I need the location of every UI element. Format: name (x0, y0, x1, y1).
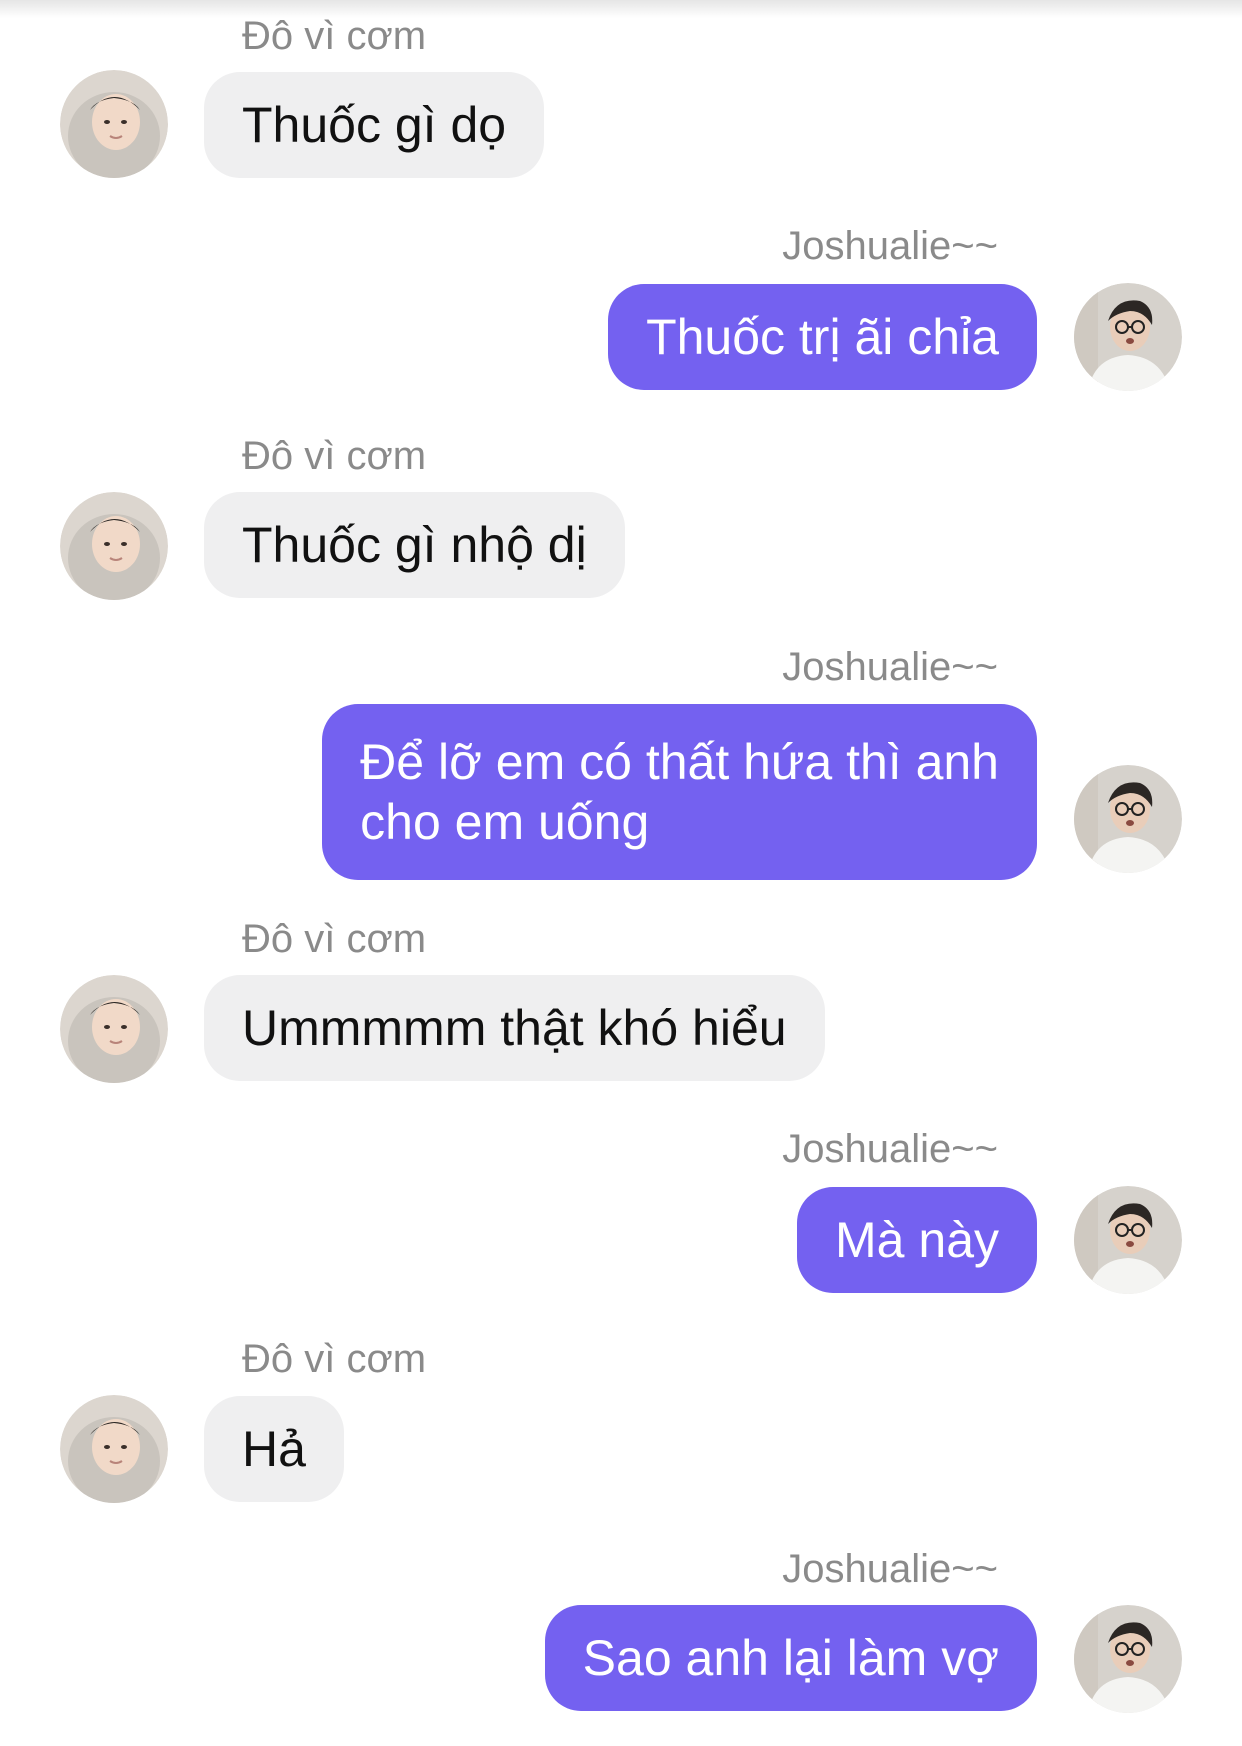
avatar-hooded-person-icon (60, 1395, 168, 1503)
sender-name: Đô vì cơm (242, 14, 427, 58)
sender-name: Joshualie~~ (782, 1127, 998, 1171)
avatar-hooded-person-icon (60, 492, 168, 600)
message-bubble-outgoing[interactable]: Mà này (797, 1187, 1037, 1293)
avatar-joshualie[interactable] (1074, 283, 1182, 391)
avatar-hooded-person-icon (60, 70, 168, 178)
sender-name: Đô vì cơm (242, 917, 427, 961)
message-bubble-incoming[interactable]: Thuốc gì dọ (204, 72, 545, 178)
message-bubble-incoming[interactable]: Hả (204, 1396, 344, 1502)
avatar-do-vi-com[interactable] (60, 1395, 168, 1503)
avatar-joshualie[interactable] (1074, 1186, 1182, 1294)
sender-name: Joshualie~~ (782, 224, 998, 268)
avatar-hooded-person-icon (60, 975, 168, 1083)
sender-name: Joshualie~~ (782, 645, 998, 689)
avatar-joshualie[interactable] (1074, 1605, 1182, 1713)
avatar-glasses-person-icon (1074, 283, 1182, 391)
avatar-glasses-person-icon (1074, 1605, 1182, 1713)
avatar-glasses-person-icon (1074, 765, 1182, 873)
chat-thread[interactable]: Đô vì cơm Thuốc gì dọ Joshualie~~ Thuốc … (0, 0, 1242, 1746)
message-bubble-incoming[interactable]: Thuốc gì nhộ dị (204, 492, 625, 598)
avatar-do-vi-com[interactable] (60, 70, 168, 178)
sender-name: Joshualie~~ (782, 1547, 998, 1591)
message-bubble-incoming[interactable]: Ummmmm thật khó hiểu (204, 975, 825, 1081)
sender-name: Đô vì cơm (242, 434, 427, 478)
avatar-do-vi-com[interactable] (60, 492, 168, 600)
message-bubble-outgoing[interactable]: Để lỡ em có thất hứa thì anh cho em uống (322, 704, 1037, 880)
message-bubble-outgoing[interactable]: Thuốc trị ãi chỉa (608, 284, 1037, 390)
message-bubble-outgoing[interactable]: Sao anh lại làm vợ (544, 1605, 1037, 1711)
sender-name: Đô vì cơm (242, 1337, 427, 1381)
avatar-glasses-person-icon (1074, 1186, 1182, 1294)
avatar-joshualie[interactable] (1074, 765, 1182, 873)
avatar-do-vi-com[interactable] (60, 975, 168, 1083)
